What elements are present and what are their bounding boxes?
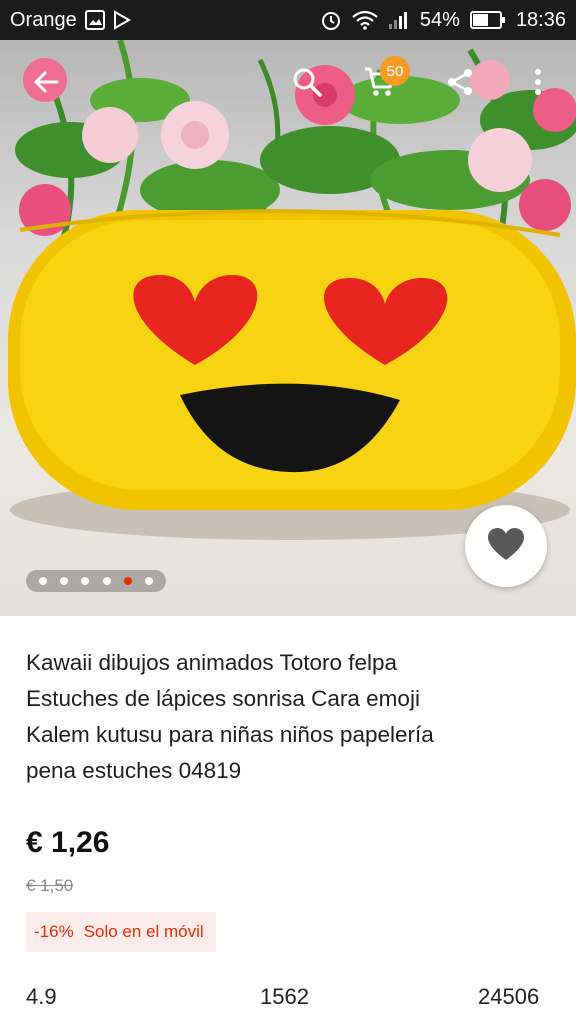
product-title-line: Estuches de lápices sonrisa Cara emoji: [26, 686, 420, 711]
product-stats: 4.9 1562 24506: [0, 984, 576, 1024]
gallery-dot[interactable]: [38, 577, 47, 585]
product-title-line: Kalem kutusu para niñas niños papelería: [26, 722, 434, 747]
pencil-case: [8, 209, 576, 540]
gallery-notification-icon: [84, 10, 105, 30]
discount-label: Solo en el móvil: [83, 922, 204, 941]
gallery-dot-active[interactable]: [123, 577, 132, 585]
more-vertical-icon: [533, 67, 543, 102]
original-price: € 1,50: [26, 876, 74, 895]
current-price: € 1,26: [26, 826, 110, 859]
gallery-dot[interactable]: [145, 577, 154, 585]
mobile-discount-badge: -16% Solo en el móvil: [26, 912, 216, 952]
play-store-notification-icon: [113, 10, 131, 30]
battery-icon: [469, 11, 506, 29]
product-toolbar: 50: [0, 40, 576, 130]
arrow-left-icon: [31, 67, 61, 102]
carrier-name: Orange: [10, 8, 77, 31]
share-button[interactable]: [436, 60, 484, 108]
search-icon: [291, 66, 323, 103]
product-image-gallery[interactable]: 50: [0, 40, 576, 616]
share-icon: [445, 67, 475, 102]
signal-icon: [388, 10, 410, 30]
heart-icon: [487, 527, 525, 566]
product-title: Kawaii dibujos animados Totoro felpa Est…: [26, 645, 556, 789]
gallery-page-indicator: [26, 570, 166, 592]
search-button[interactable]: [283, 60, 331, 108]
product-title-line: pena estuches 04819: [26, 758, 242, 783]
add-to-wishlist-button[interactable]: [465, 505, 547, 587]
gallery-dot[interactable]: [81, 577, 90, 585]
reviews-count: 1562: [260, 984, 309, 1009]
clock: 18:36: [515, 8, 566, 31]
back-button[interactable]: [22, 60, 70, 108]
more-options-button[interactable]: [514, 60, 562, 108]
gallery-dot[interactable]: [59, 577, 68, 585]
status-bar: Orange 54% 18:36: [0, 0, 576, 40]
orders-count: 24506: [478, 984, 540, 1009]
discount-percent: -16%: [34, 922, 74, 941]
product-title-line: Kawaii dibujos animados Totoro felpa: [26, 650, 398, 675]
cart-count-badge: 50: [380, 56, 410, 86]
battery-percent: 54%: [419, 8, 460, 31]
wifi-icon: [352, 10, 378, 30]
rating-value: 4.9: [26, 984, 57, 1009]
gallery-dot[interactable]: [102, 577, 111, 585]
alarm-icon: [320, 9, 342, 31]
